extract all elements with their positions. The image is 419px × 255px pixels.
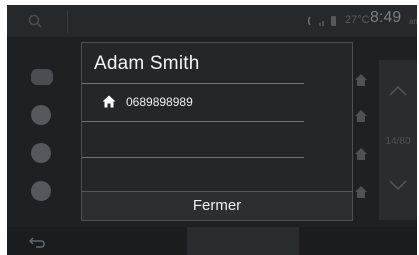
divider (82, 83, 304, 84)
person-icon (31, 105, 51, 125)
back-icon[interactable] (28, 235, 45, 248)
home-icon (354, 185, 368, 199)
page-indicator: 14/80 (385, 136, 411, 147)
top-bar: 27°C 8:49 am (7, 5, 417, 37)
close-button[interactable]: Fermer (82, 191, 352, 220)
home-icon (354, 147, 368, 161)
home-icon (354, 73, 368, 87)
status-icons (307, 14, 345, 28)
scroll-panel: 14/80 (379, 60, 417, 220)
divider (82, 121, 304, 122)
clock: 8:49 (370, 9, 402, 26)
dialog-title: Adam Smith (94, 53, 200, 74)
scroll-up-button[interactable] (385, 78, 411, 104)
divider (82, 157, 304, 158)
phone-contacts-screen: 27°C 8:49 am 14/80 Adam Smith 0689898989… (7, 5, 417, 255)
contact-detail-dialog: Adam Smith 0689898989 Fermer (81, 42, 353, 221)
phone-number: 0689898989 (126, 95, 193, 109)
temperature-readout: 27°C (345, 14, 370, 26)
bottom-center-button[interactable] (187, 227, 299, 255)
person-icon (31, 181, 51, 201)
car-icon (31, 69, 53, 85)
clock-suffix: am (409, 17, 417, 26)
search-icon[interactable] (27, 13, 45, 29)
scroll-down-button[interactable] (385, 172, 411, 198)
close-button-label: Fermer (192, 197, 242, 214)
person-icon (31, 143, 51, 163)
home-icon (354, 109, 368, 123)
home-icon (102, 95, 116, 108)
divider (67, 11, 68, 33)
bottom-bar (7, 227, 417, 255)
